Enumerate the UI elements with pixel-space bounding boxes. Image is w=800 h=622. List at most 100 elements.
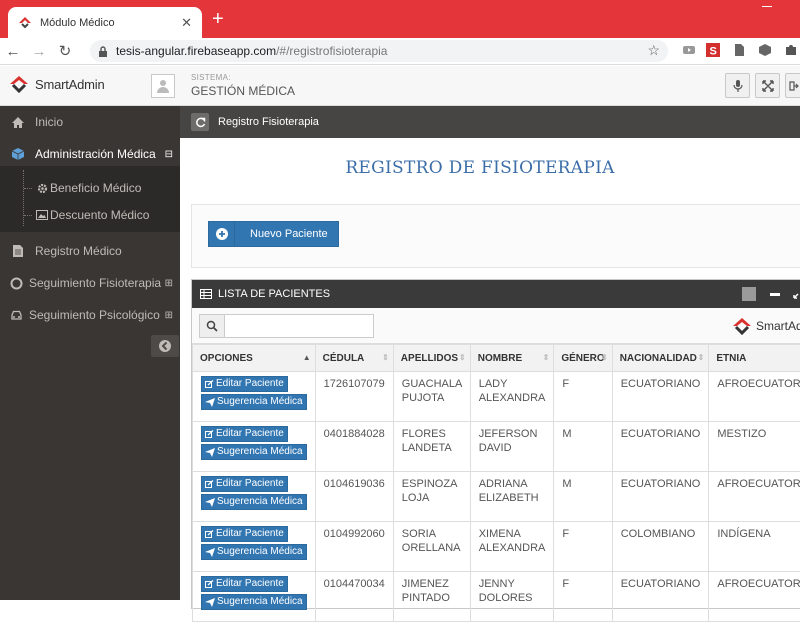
sidebar-item-seguimiento-psicologico[interactable]: Seguimiento Psicológico ⊞ bbox=[0, 301, 180, 329]
s-ext-icon[interactable]: S bbox=[706, 43, 720, 57]
medical-suggestion-button[interactable]: Sugerencia Médica bbox=[201, 394, 307, 410]
back-icon[interactable]: ← bbox=[0, 43, 26, 60]
browser-tab[interactable]: Módulo Médico ✕ bbox=[8, 7, 202, 38]
logout-button[interactable] bbox=[785, 73, 800, 98]
microphone-button[interactable] bbox=[725, 73, 750, 98]
sidebar-item-registro-medico[interactable]: Registro Médico bbox=[0, 237, 180, 265]
minimize-widget-icon[interactable] bbox=[770, 293, 780, 296]
send-icon bbox=[205, 548, 215, 557]
medical-suggestion-button[interactable]: Sugerencia Médica bbox=[201, 594, 307, 610]
color-picker-button[interactable] bbox=[742, 287, 756, 301]
plus-circle-icon bbox=[209, 222, 235, 246]
car-icon bbox=[9, 308, 23, 322]
breadcrumb[interactable]: Registro Fisioterapia bbox=[218, 116, 319, 128]
patients-table: OPCIONES▲ CÉDULA⇕ APELLIDOS⇕ NOMBRE⇕ GÉN… bbox=[192, 344, 800, 622]
genero-cell: F bbox=[554, 522, 612, 572]
sidebar-item-label: Seguimiento Psicológico bbox=[29, 308, 160, 322]
col-header-nacionalidad[interactable]: NACIONALIDAD⇕ bbox=[612, 345, 709, 372]
logo-text: SmartAdmin bbox=[35, 77, 105, 92]
col-header-nombre[interactable]: NOMBRE⇕ bbox=[470, 345, 554, 372]
minify-sidebar-button[interactable] bbox=[151, 335, 179, 357]
puzzle-ext-icon[interactable] bbox=[784, 43, 798, 57]
document-ext-icon[interactable] bbox=[732, 43, 746, 57]
table-row: Editar PacienteSugerencia Médica01046190… bbox=[193, 472, 800, 522]
favicon-icon bbox=[18, 16, 32, 30]
genero-cell: F bbox=[554, 572, 612, 622]
medical-suggestion-button[interactable]: Sugerencia Médica bbox=[201, 494, 307, 510]
options-cell: Editar Paciente Sugerencia Médica bbox=[193, 522, 316, 572]
new-patient-button[interactable]: Nuevo Paciente bbox=[208, 221, 339, 247]
sidebar-item-seguimiento-fisioterapia[interactable]: Seguimiento Fisioterapia ⊞ bbox=[0, 269, 180, 297]
refresh-button[interactable] bbox=[191, 113, 209, 131]
edit-icon bbox=[205, 530, 214, 539]
sidebar-item-inicio[interactable]: Inicio bbox=[0, 108, 180, 136]
apellidos-cell: JIMENEZ PINTADO bbox=[393, 572, 470, 622]
col-header-cedula[interactable]: CÉDULA⇕ bbox=[315, 345, 393, 372]
url-bar[interactable]: tesis-angular.firebaseapp.com/#/registro… bbox=[90, 40, 668, 62]
picture-icon bbox=[36, 209, 48, 221]
reload-icon[interactable]: ↻ bbox=[52, 42, 78, 60]
forward-icon[interactable]: → bbox=[26, 43, 52, 60]
lock-icon bbox=[98, 46, 108, 57]
apellidos-cell: SORIA ORELLANA bbox=[393, 522, 470, 572]
etnia-cell: AFROECUATORIANO bbox=[709, 372, 800, 422]
col-header-etnia[interactable]: ETNIA bbox=[709, 345, 800, 372]
etnia-cell: AFROECUATORIANO bbox=[709, 572, 800, 622]
logout-icon bbox=[789, 81, 799, 91]
sidebar-item-label: Seguimiento Fisioterapia bbox=[29, 276, 161, 290]
sidebar-subitem-descuento-medico[interactable]: Descuento Médico bbox=[24, 205, 149, 225]
etnia-cell: MESTIZO bbox=[709, 422, 800, 472]
table-row: Editar PacienteSugerencia Médica01044700… bbox=[193, 572, 800, 622]
system-value: GESTIÓN MÉDICA bbox=[191, 84, 295, 98]
medical-suggestion-button[interactable]: Sugerencia Médica bbox=[201, 444, 307, 460]
new-tab-icon[interactable]: + bbox=[212, 8, 224, 30]
expand-icon bbox=[762, 80, 774, 92]
col-header-opciones[interactable]: OPCIONES▲ bbox=[193, 345, 316, 372]
sidebar-item-label: Inicio bbox=[35, 115, 63, 129]
submenu-administracion: Beneficio Médico Descuento Médico bbox=[0, 166, 180, 232]
avatar[interactable] bbox=[151, 74, 175, 98]
cube-icon bbox=[11, 147, 25, 161]
table-icon bbox=[200, 289, 212, 299]
medical-suggestion-button[interactable]: Sugerencia Médica bbox=[201, 544, 307, 560]
ribbon: Registro Fisioterapia bbox=[180, 106, 800, 138]
page-title: REGISTRO DE FISIOTERAPIA bbox=[180, 158, 780, 178]
search-icon bbox=[206, 320, 218, 332]
nombre-cell: XIMENA ALEXANDRA bbox=[470, 522, 554, 572]
collapse-toggle-icon[interactable]: ⊟ bbox=[165, 149, 173, 160]
table-row: Editar PacienteSugerencia Médica01049920… bbox=[193, 522, 800, 572]
search-input[interactable] bbox=[224, 314, 374, 338]
close-tab-icon[interactable]: ✕ bbox=[181, 15, 192, 31]
genero-cell: M bbox=[554, 472, 612, 522]
expand-toggle-icon[interactable]: ⊞ bbox=[165, 310, 173, 321]
edit-patient-button[interactable]: Editar Paciente bbox=[201, 376, 288, 392]
nacionalidad-cell: ECUATORIANO bbox=[612, 472, 709, 522]
sidebar-subitem-beneficio-medico[interactable]: Beneficio Médico bbox=[24, 178, 141, 198]
nombre-cell: LADY ALEXANDRA bbox=[470, 372, 554, 422]
col-header-apellidos[interactable]: APELLIDOS⇕ bbox=[393, 345, 470, 372]
minimize-icon[interactable] bbox=[762, 6, 772, 7]
cedula-cell: 1726107079 bbox=[315, 372, 393, 422]
sidebar-item-administracion-medica[interactable]: Administración Médica ⊟ bbox=[0, 140, 180, 168]
lifebuoy-icon bbox=[9, 276, 23, 290]
options-cell: Editar Paciente Sugerencia Médica bbox=[193, 472, 316, 522]
youtube-ext-icon[interactable] bbox=[682, 43, 696, 57]
browser-tab-bar: Módulo Médico ✕ + bbox=[0, 0, 800, 38]
nombre-cell: JEFERSON DAVID bbox=[470, 422, 554, 472]
fullscreen-button[interactable] bbox=[755, 73, 780, 98]
bookmark-star-icon[interactable]: ☆ bbox=[647, 42, 660, 59]
url-host: tesis-angular.firebaseapp.com bbox=[116, 44, 276, 58]
smartadmin-logo[interactable]: SmartAdmin bbox=[9, 75, 105, 93]
expand-toggle-icon[interactable]: ⊞ bbox=[165, 278, 173, 289]
edit-patient-button[interactable]: Editar Paciente bbox=[201, 476, 288, 492]
edit-patient-button[interactable]: Editar Paciente bbox=[201, 576, 288, 592]
edit-patient-button[interactable]: Editar Paciente bbox=[201, 426, 288, 442]
address-bar-row: ← → ↻ tesis-angular.firebaseapp.com/#/re… bbox=[0, 38, 800, 65]
edit-patient-button[interactable]: Editar Paciente bbox=[201, 526, 288, 542]
cube-ext-icon[interactable] bbox=[758, 43, 772, 57]
send-icon bbox=[205, 398, 215, 407]
table-row: Editar Paciente Sugerencia Médica 17261070… bbox=[193, 372, 800, 422]
fullscreen-widget-icon[interactable] bbox=[793, 289, 800, 299]
nombre-cell: JENNY DOLORES bbox=[470, 572, 554, 622]
col-header-genero[interactable]: GÉNERO⇕ bbox=[554, 345, 612, 372]
